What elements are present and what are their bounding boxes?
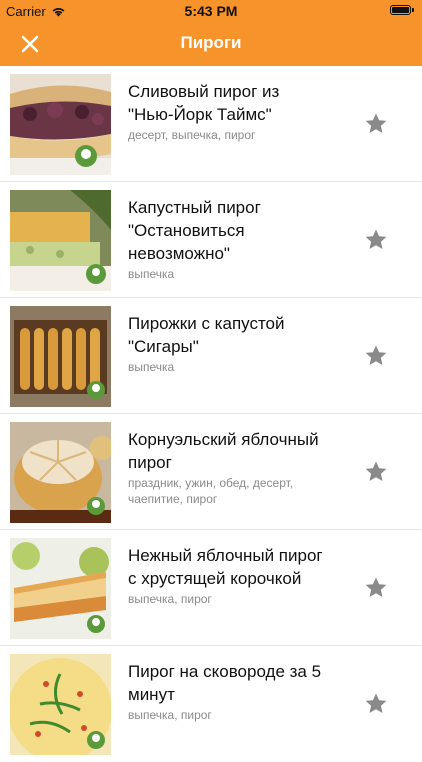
- navigation-bar: Пироги: [0, 22, 422, 66]
- page-title: Пироги: [180, 33, 242, 52]
- recipe-thumbnail: [10, 654, 111, 755]
- favorite-star-icon[interactable]: [364, 692, 388, 716]
- favorite-star-icon[interactable]: [364, 460, 388, 484]
- recipe-thumbnail: [10, 306, 111, 407]
- recipe-texts: Корнуэльский яблочный пирог праздник, уж…: [128, 428, 328, 507]
- recipe-tags: выпечка: [128, 360, 175, 374]
- recipe-thumbnail: [10, 74, 111, 175]
- status-bar: Carrier 5:43 PM: [0, 0, 422, 22]
- recipe-row[interactable]: Нежный яблочный пирог с хрустящей корочк…: [0, 530, 422, 646]
- recipe-tags: выпечка, пирог: [128, 708, 212, 722]
- header: Carrier 5:43 PM Пироги: [0, 0, 422, 66]
- recipe-texts: Капустный пирог "Остановиться невозможно…: [128, 196, 328, 282]
- status-time: 5:43 PM: [184, 3, 238, 19]
- recipe-title: Сливовый пирог из "Нью-Йорк Таймс": [128, 82, 280, 124]
- recipe-tags: десерт, выпечка, пирог: [128, 128, 256, 142]
- recipe-title: Пирожки с капустой "Сигары": [128, 314, 285, 356]
- recipe-title: Корнуэльский яблочный пирог: [128, 430, 319, 472]
- recipe-title: Нежный яблочный пирог с хрустящей корочк…: [128, 546, 323, 588]
- recipe-thumbnail: [10, 190, 111, 291]
- recipe-title: Пирог на сковороде за 5 минут: [128, 662, 322, 704]
- recipe-texts: Пирожки с капустой "Сигары" выпечка: [128, 312, 328, 375]
- recipe-texts: Пирог на сковороде за 5 минут выпечка, п…: [128, 660, 328, 723]
- recipe-texts: Нежный яблочный пирог с хрустящей корочк…: [128, 544, 328, 607]
- favorite-star-icon[interactable]: [364, 112, 388, 136]
- recipe-tags: выпечка: [128, 267, 175, 281]
- recipe-texts: Сливовый пирог из "Нью-Йорк Таймс" десер…: [128, 80, 328, 143]
- recipe-thumbnail: [10, 538, 111, 639]
- favorite-star-icon[interactable]: [364, 344, 388, 368]
- recipe-tags: праздник, ужин, обед, десерт, чаепитие, …: [128, 476, 294, 506]
- recipe-row[interactable]: Капустный пирог "Остановиться невозможно…: [0, 182, 422, 298]
- favorite-star-icon[interactable]: [364, 228, 388, 252]
- recipe-title: Капустный пирог "Остановиться невозможно…: [128, 198, 261, 263]
- recipe-tags: выпечка, пирог: [128, 592, 212, 606]
- recipe-row[interactable]: Корнуэльский яблочный пирог праздник, уж…: [0, 414, 422, 530]
- recipe-thumbnail: [10, 422, 111, 523]
- recipe-row[interactable]: Пирог на сковороде за 5 минут выпечка, п…: [0, 646, 422, 762]
- favorite-star-icon[interactable]: [364, 576, 388, 600]
- recipe-row[interactable]: Сливовый пирог из "Нью-Йорк Таймс" десер…: [0, 66, 422, 182]
- battery-icon: [390, 5, 414, 15]
- recipe-row[interactable]: Пирожки с капустой "Сигары" выпечка: [0, 298, 422, 414]
